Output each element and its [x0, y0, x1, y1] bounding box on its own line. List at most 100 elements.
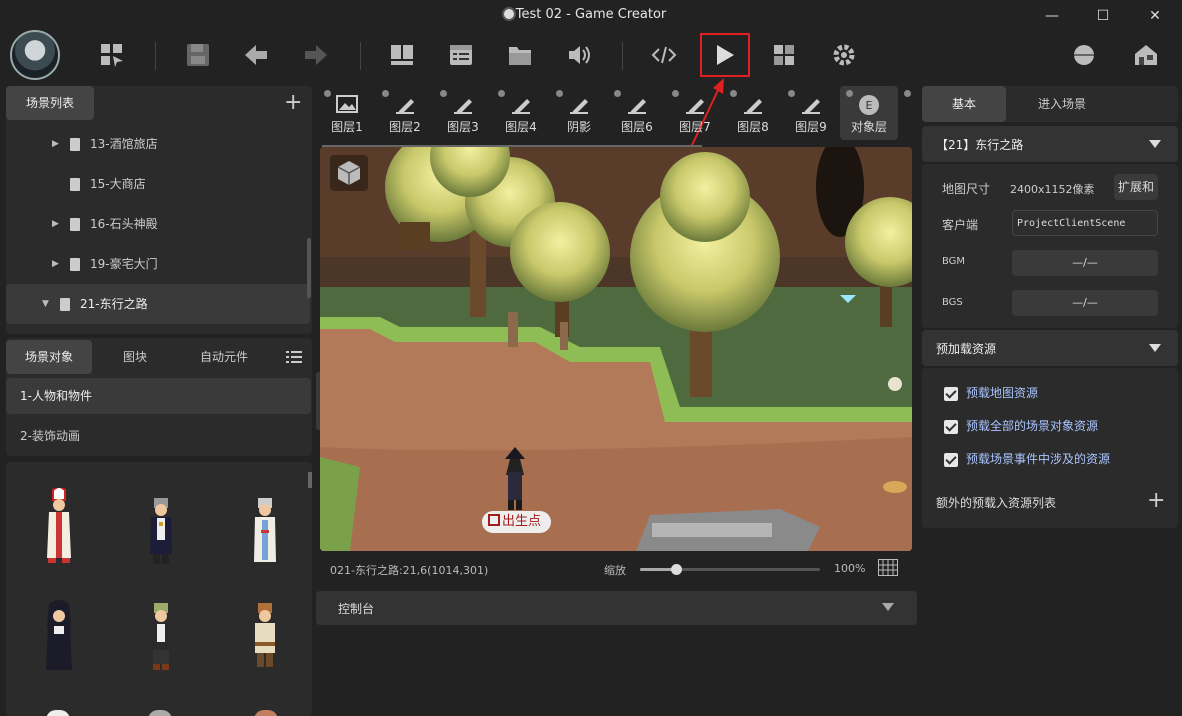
- layer-visibility-dot[interactable]: [614, 90, 621, 97]
- preload-events-label: 预载场景事件中涉及的资源: [966, 452, 1111, 466]
- layer-tab[interactable]: 图层7: [666, 86, 724, 140]
- bgs-select[interactable]: —/—: [1012, 290, 1158, 316]
- scene-item[interactable]: ▶ 19-豪宅大门: [6, 244, 310, 284]
- close-button[interactable]: ✕: [1140, 5, 1170, 27]
- layer-visibility-dot[interactable]: [672, 90, 679, 97]
- preload-header[interactable]: 预加载资源: [922, 330, 1178, 366]
- scene-list-header[interactable]: 场景列表: [6, 86, 94, 120]
- checkbox-checked-icon[interactable]: [944, 452, 958, 467]
- checkbox-checked-icon[interactable]: [944, 419, 958, 434]
- layer-tab[interactable]: 图层2: [376, 86, 434, 140]
- tab-basic[interactable]: 基本: [922, 86, 1006, 122]
- sprite-servant[interactable]: [144, 598, 178, 674]
- tab-scene-objects[interactable]: 场景对象: [6, 340, 92, 374]
- layer-tab[interactable]: 图: [898, 86, 916, 140]
- category-item[interactable]: 1-人物和物件: [6, 378, 311, 414]
- checkbox-checked-icon[interactable]: [944, 386, 958, 401]
- sprite-nun[interactable]: [42, 598, 76, 674]
- expand-arrow-icon[interactable]: ▶: [52, 244, 59, 284]
- database-icon[interactable]: [443, 38, 479, 72]
- chevron-down-icon[interactable]: [882, 603, 894, 611]
- map-coordinates: 021-东行之路:21,6(1014,301): [330, 564, 489, 577]
- layer-visibility-dot[interactable]: [440, 90, 447, 97]
- pencil-icon: [510, 94, 532, 114]
- expand-arrow-icon[interactable]: ▶: [52, 204, 59, 244]
- console-label: 控制台: [338, 602, 375, 616]
- add-scene-button[interactable]: +: [284, 90, 302, 115]
- chevron-down-icon[interactable]: [1149, 140, 1161, 148]
- layer-tab[interactable]: 阴影: [550, 86, 608, 140]
- sphere-icon[interactable]: [1066, 38, 1102, 72]
- user-avatar[interactable]: [10, 30, 60, 80]
- category-item[interactable]: 2-装饰动画: [6, 418, 311, 454]
- zoom-slider[interactable]: [640, 564, 820, 575]
- sprite-priest[interactable]: [248, 492, 282, 568]
- house-icon[interactable]: [1128, 38, 1164, 72]
- sound-icon[interactable]: [561, 38, 597, 72]
- expand-arrow-icon[interactable]: ▶: [52, 124, 59, 164]
- back-icon[interactable]: [238, 38, 274, 72]
- settings-icon[interactable]: [826, 38, 862, 72]
- forward-icon[interactable]: [298, 38, 334, 72]
- folder-icon[interactable]: [502, 38, 538, 72]
- scene-list-scrollbar[interactable]: [307, 238, 311, 298]
- grid-toggle-icon[interactable]: [878, 559, 898, 580]
- toolbar-separator: [622, 42, 623, 70]
- scene-item[interactable]: 15-大商店: [6, 164, 310, 204]
- map-canvas[interactable]: 出生点: [320, 147, 912, 551]
- chevron-down-icon[interactable]: [1149, 344, 1161, 352]
- scene-item[interactable]: ▶ 16-石头神殿: [6, 204, 310, 244]
- preload-objects-checkbox[interactable]: 预载全部的场景对象资源: [944, 417, 1098, 437]
- sprite-partial[interactable]: [148, 710, 172, 716]
- layer-visibility-dot[interactable]: [324, 90, 331, 97]
- client-input[interactable]: ProjectClientScene: [1012, 210, 1158, 236]
- layer-tab-label: 图层6: [621, 120, 653, 134]
- expand-button[interactable]: 扩展和: [1114, 174, 1158, 200]
- layer-visibility-dot[interactable]: [556, 90, 563, 97]
- zoom-slider-handle[interactable]: [671, 564, 682, 575]
- scene-header[interactable]: 【21】东行之路: [922, 126, 1178, 162]
- layer-visibility-dot[interactable]: [730, 90, 737, 97]
- add-resource-button[interactable]: +: [1147, 488, 1165, 513]
- sprite-grid-scrollbar[interactable]: [308, 472, 312, 488]
- list-menu-icon[interactable]: [286, 350, 302, 367]
- preload-events-checkbox[interactable]: 预载场景事件中涉及的资源: [944, 450, 1110, 470]
- console-bar[interactable]: 控制台: [316, 591, 917, 625]
- spawn-point-label[interactable]: 出生点: [482, 511, 552, 533]
- layer-tab[interactable]: 图层9: [782, 86, 840, 140]
- plugin-icon[interactable]: [766, 38, 802, 72]
- layer-tab[interactable]: 图层8: [724, 86, 782, 140]
- layer-tab[interactable]: 图层6: [608, 86, 666, 140]
- sprite-bishop[interactable]: [42, 484, 76, 564]
- layer-tab[interactable]: 图层3: [434, 86, 492, 140]
- layer-tab[interactable]: E 对象层: [840, 86, 898, 140]
- scene-item[interactable]: ▼ 21-东行之路: [6, 284, 310, 324]
- layer-visibility-dot[interactable]: [904, 90, 911, 97]
- new-scene-icon[interactable]: [94, 38, 130, 72]
- sprite-partial[interactable]: [254, 710, 278, 716]
- tab-enter-scene[interactable]: 进入场景: [1020, 86, 1104, 122]
- sprite-villager[interactable]: [248, 598, 282, 674]
- bgm-select[interactable]: —/—: [1012, 250, 1158, 276]
- code-icon[interactable]: [646, 38, 682, 72]
- layout-icon[interactable]: [384, 38, 420, 72]
- tab-tiles[interactable]: 图块: [102, 340, 168, 374]
- scene-item-label: 13-酒馆旅店: [90, 137, 158, 151]
- tab-autotiles[interactable]: 自动元件: [186, 340, 262, 374]
- layer-visibility-dot[interactable]: [498, 90, 505, 97]
- layer-visibility-dot[interactable]: [846, 90, 853, 97]
- sprite-partial[interactable]: [46, 710, 70, 716]
- collapse-arrow-icon[interactable]: ▼: [42, 284, 49, 324]
- layer-visibility-dot[interactable]: [382, 90, 389, 97]
- sprite-noble[interactable]: [144, 492, 178, 568]
- scene-item[interactable]: ▶ 13-酒馆旅店: [6, 124, 310, 164]
- maximize-button[interactable]: ☐: [1088, 5, 1118, 27]
- save-icon[interactable]: [180, 38, 216, 72]
- preload-map-checkbox[interactable]: 预载地图资源: [944, 384, 1038, 404]
- pencil-icon: [394, 94, 416, 114]
- layer-tab[interactable]: 图层4: [492, 86, 550, 140]
- layer-tab[interactable]: 图层1: [318, 86, 376, 140]
- scene-list-panel: 场景列表 + ▶ 13-酒馆旅店 15-大商店 ▶ 16-石头神殿 ▶ 19-豪宅大门 ▼ 21…: [6, 86, 312, 334]
- layer-visibility-dot[interactable]: [788, 90, 795, 97]
- minimize-button[interactable]: —: [1037, 5, 1067, 27]
